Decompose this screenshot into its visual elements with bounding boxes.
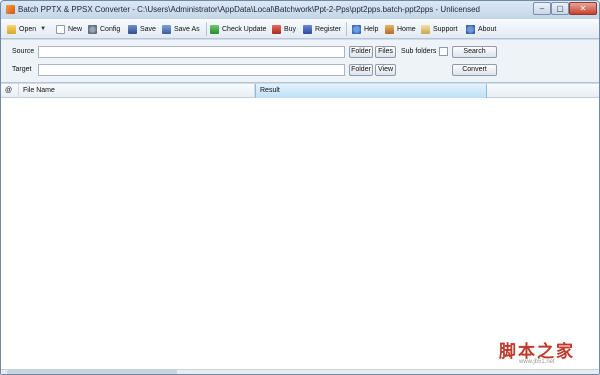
support-button[interactable]: Support — [421, 22, 458, 36]
new-label: New — [68, 25, 83, 33]
scrollbar-thumb[interactable] — [7, 370, 177, 374]
buy-label: Buy — [284, 25, 297, 33]
gear-icon — [88, 24, 97, 34]
support-label: Support — [433, 25, 458, 33]
cart-icon — [272, 24, 281, 34]
new-document-icon — [56, 24, 65, 34]
source-label: Source — [12, 48, 35, 55]
column-header-file-name[interactable]: File Name — [19, 84, 255, 98]
update-icon — [210, 24, 219, 34]
register-label: Register — [315, 25, 342, 33]
check-update-label: Check Update — [222, 25, 267, 33]
subfolders-checkbox[interactable] — [439, 47, 448, 56]
save-as-icon — [162, 24, 171, 34]
help-label: Help — [364, 25, 379, 33]
target-folder-button[interactable]: Folder — [349, 64, 373, 76]
config-button[interactable]: Config — [88, 22, 120, 36]
info-icon — [466, 24, 475, 34]
home-label: Home — [397, 25, 416, 33]
maximize-button[interactable]: ▢ — [551, 2, 569, 15]
grid-header: @ File Name Result — [1, 84, 599, 98]
target-input[interactable] — [38, 64, 345, 76]
column-header-status[interactable]: @ — [1, 84, 19, 98]
save-as-button[interactable]: Save As — [162, 22, 200, 36]
home-icon — [385, 24, 394, 34]
source-folder-button[interactable]: Folder — [349, 46, 373, 58]
register-button[interactable]: Register — [303, 22, 341, 36]
close-button[interactable]: ✕ — [569, 2, 597, 15]
check-update-button[interactable]: Check Update — [210, 22, 266, 36]
title-bar: Batch PPTX & PPSX Converter - C:\Users\A… — [1, 1, 599, 19]
convert-button[interactable]: Convert — [452, 64, 497, 76]
save-icon — [128, 24, 137, 34]
horizontal-scrollbar[interactable] — [1, 369, 599, 374]
save-label: Save — [140, 25, 156, 33]
toolbar-divider — [206, 22, 207, 36]
column-header-result[interactable]: Result — [255, 84, 487, 98]
new-button[interactable]: New — [56, 22, 82, 36]
open-label: Open — [19, 25, 37, 33]
target-label: Target — [12, 66, 32, 73]
source-input[interactable] — [38, 46, 345, 58]
files-button[interactable]: Files — [375, 46, 396, 58]
save-button[interactable]: Save — [128, 22, 156, 36]
buy-button[interactable]: Buy — [272, 22, 296, 36]
file-grid[interactable]: @ File Name Result — [1, 84, 599, 369]
save-as-label: Save As — [174, 25, 200, 33]
app-window: Batch PPTX & PPSX Converter - C:\Users\A… — [0, 0, 600, 375]
view-button[interactable]: View — [375, 64, 396, 76]
home-button[interactable]: Home — [385, 22, 416, 36]
watermark-url: www.jb51.net — [519, 359, 555, 365]
open-folder-icon — [7, 24, 16, 34]
help-button[interactable]: Help — [352, 22, 378, 36]
app-icon — [6, 5, 15, 14]
open-button[interactable]: Open ▼ — [7, 22, 46, 36]
toolbar: Open ▼ New Config Save Save As Check Upd… — [1, 19, 599, 39]
about-label: About — [478, 25, 497, 33]
subfolders-label: Sub folders — [401, 48, 437, 55]
help-icon — [352, 24, 361, 34]
minimize-button[interactable]: ‒ — [533, 2, 551, 15]
config-label: Config — [100, 25, 121, 33]
search-button[interactable]: Search — [452, 46, 497, 58]
about-button[interactable]: About — [466, 22, 496, 36]
toolbar-divider — [346, 22, 347, 36]
support-icon — [421, 24, 430, 34]
register-icon — [303, 24, 312, 34]
window-title: Batch PPTX & PPSX Converter - C:\Users\A… — [18, 5, 480, 14]
source-target-panel: Source Folder Files Sub folders Search T… — [1, 40, 599, 83]
chevron-down-icon[interactable]: ▼ — [40, 26, 46, 32]
